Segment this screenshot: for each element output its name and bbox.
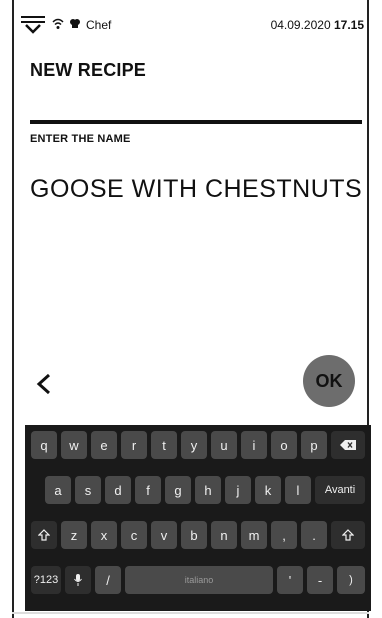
shift-key-right[interactable] xyxy=(331,521,365,549)
key-dash[interactable]: - xyxy=(307,566,333,594)
key-b[interactable]: b xyxy=(181,521,207,549)
backspace-key[interactable] xyxy=(331,431,365,459)
device-edge-left xyxy=(12,0,14,618)
key-o[interactable]: o xyxy=(271,431,297,459)
key-slash[interactable]: / xyxy=(95,566,121,594)
key-f[interactable]: f xyxy=(135,476,161,504)
backspace-icon xyxy=(340,440,356,450)
time: 17.15 xyxy=(333,18,364,32)
key-period[interactable]: . xyxy=(301,521,327,549)
key-g[interactable]: g xyxy=(165,476,191,504)
key-h[interactable]: h xyxy=(195,476,221,504)
shift-icon xyxy=(38,529,50,541)
app-name: Chef xyxy=(86,18,112,32)
key-c[interactable]: c xyxy=(121,521,147,549)
key-x[interactable]: x xyxy=(91,521,117,549)
wifi-icon xyxy=(52,18,64,33)
key-comma[interactable]: , xyxy=(271,521,297,549)
key-v[interactable]: v xyxy=(151,521,177,549)
key-y[interactable]: y xyxy=(181,431,207,459)
chef-hat-icon xyxy=(70,18,80,32)
page-title: NEW RECIPE xyxy=(30,60,147,80)
key-j[interactable]: j xyxy=(225,476,251,504)
notifications-chevron-icon[interactable] xyxy=(20,14,46,37)
back-button[interactable] xyxy=(28,368,60,400)
ok-button[interactable]: OK xyxy=(303,355,355,407)
onscreen-keyboard: q w e r t y u i o p a s d f g h j k l Av… xyxy=(25,425,371,611)
status-bar: Chef 04.09.2020 17.15 xyxy=(20,14,364,36)
key-k[interactable]: k xyxy=(255,476,281,504)
voice-input-key[interactable] xyxy=(65,566,91,594)
avanti-key[interactable]: Avanti xyxy=(315,476,365,504)
shift-key-left[interactable] xyxy=(31,521,57,549)
name-input[interactable]: GOOSE WITH CHESTNUTS xyxy=(30,175,362,204)
key-n[interactable]: n xyxy=(211,521,237,549)
chevron-left-icon xyxy=(36,373,51,395)
microphone-icon xyxy=(74,574,82,586)
symbols-key[interactable]: ?123 xyxy=(31,566,61,594)
key-close-paren[interactable]: ) xyxy=(337,566,365,594)
date-time: 04.09.2020 17.15 xyxy=(271,18,364,32)
divider xyxy=(30,120,362,124)
key-l[interactable]: l xyxy=(285,476,311,504)
key-i[interactable]: i xyxy=(241,431,267,459)
key-r[interactable]: r xyxy=(121,431,147,459)
bottom-divider xyxy=(12,612,369,614)
shift-icon xyxy=(342,529,354,541)
date: 04.09.2020 xyxy=(270,18,331,32)
spacebar[interactable]: italiano xyxy=(125,566,273,594)
key-w[interactable]: w xyxy=(61,431,87,459)
key-m[interactable]: m xyxy=(241,521,267,549)
key-t[interactable]: t xyxy=(151,431,177,459)
key-a[interactable]: a xyxy=(45,476,71,504)
key-e[interactable]: e xyxy=(91,431,117,459)
key-p[interactable]: p xyxy=(301,431,327,459)
key-d[interactable]: d xyxy=(105,476,131,504)
key-u[interactable]: u xyxy=(211,431,237,459)
key-apostrophe[interactable]: ' xyxy=(277,566,303,594)
key-s[interactable]: s xyxy=(75,476,101,504)
key-q[interactable]: q xyxy=(31,431,57,459)
key-z[interactable]: z xyxy=(61,521,87,549)
field-label: ENTER THE NAME xyxy=(30,133,131,145)
